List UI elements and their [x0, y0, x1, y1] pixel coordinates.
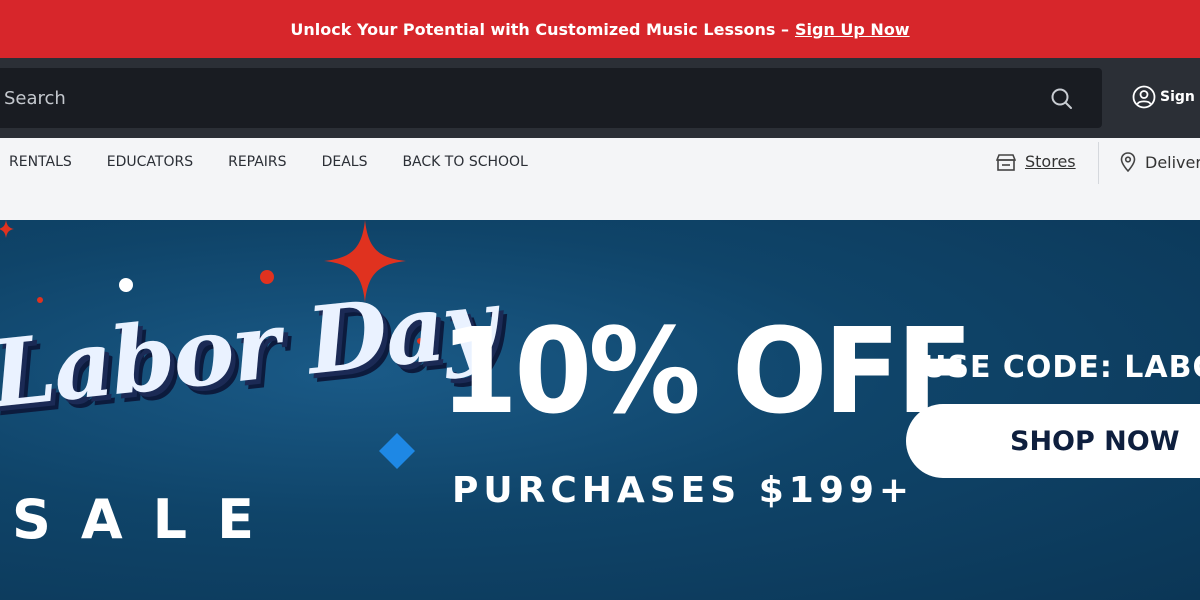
promo-text: Unlock Your Potential with Customized Mu…: [290, 19, 789, 39]
promo-banner: Unlock Your Potential with Customized Mu…: [0, 0, 1200, 58]
stores-link[interactable]: Stores: [996, 152, 1076, 171]
small-red-dot-2: [37, 297, 43, 303]
nav-links: RENTALS EDUCATORS REPAIRS DEALS BACK TO …: [9, 154, 563, 170]
hero-offer-subtext: PURCHASES $199+: [452, 470, 915, 511]
stores-label: Stores: [1025, 152, 1076, 171]
nav-link-repairs[interactable]: REPAIRS: [228, 154, 286, 170]
nav-link-rentals[interactable]: RENTALS: [9, 154, 72, 170]
hero-offer-headline: 10% OFF: [440, 302, 973, 440]
sign-up-link[interactable]: Sign Up Now: [795, 20, 910, 39]
user-circle-icon: [1132, 85, 1156, 109]
site-header: Sign In: [0, 58, 1200, 138]
sign-in-label: Sign In: [1160, 89, 1200, 105]
hero-banner[interactable]: Labor Day SALE 10% OFF PURCHASES $199+ U…: [0, 220, 1200, 600]
nav-link-educators[interactable]: EDUCATORS: [107, 154, 193, 170]
white-dot: [119, 278, 133, 292]
deliver-to-button[interactable]: Deliver: [1120, 152, 1200, 172]
hero-sale-word: SALE: [12, 488, 284, 551]
shop-now-button[interactable]: SHOP NOW: [906, 404, 1200, 478]
red-dot: [260, 270, 274, 284]
deliver-label: Deliver: [1145, 152, 1200, 172]
location-pin-icon: [1120, 152, 1136, 172]
promo-code-text: USE CODE: LABOR: [922, 350, 1200, 385]
small-red-sparkle-icon: [0, 220, 14, 238]
nav-link-deals[interactable]: DEALS: [322, 154, 368, 170]
search-box: [0, 68, 1102, 128]
store-icon: [996, 153, 1016, 171]
blue-diamond-icon: [379, 433, 415, 469]
sign-in-button[interactable]: Sign In: [1132, 85, 1200, 109]
nav-divider: [1098, 142, 1099, 184]
nav-link-back-to-school[interactable]: BACK TO SCHOOL: [402, 154, 527, 170]
search-icon[interactable]: [1050, 87, 1074, 111]
main-nav: RENTALS EDUCATORS REPAIRS DEALS BACK TO …: [0, 138, 1200, 220]
search-input[interactable]: [4, 68, 1034, 128]
